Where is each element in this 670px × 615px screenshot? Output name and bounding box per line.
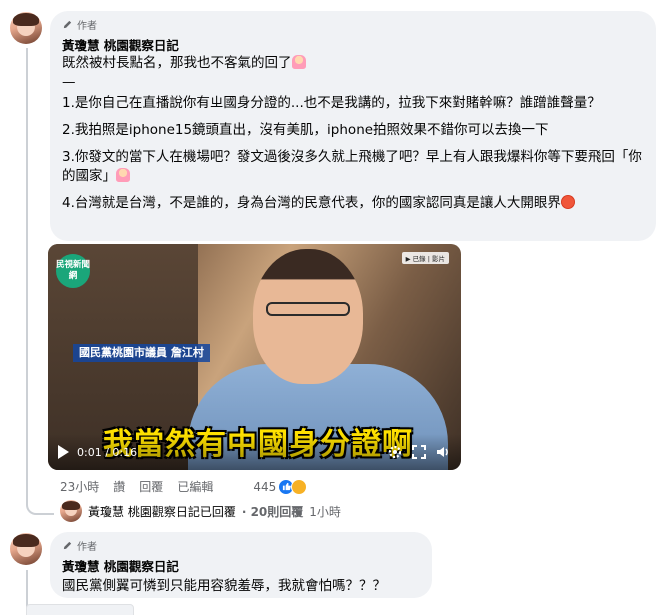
pen-icon: [63, 541, 72, 550]
pen-icon: [63, 20, 72, 29]
comment-line: 2.我拍照是iphone15鏡頭直出，沒有美肌，iphone拍照效果不錯你可以去…: [62, 122, 549, 138]
comment-line: 4.台灣就是台灣，不是誰的，身為台灣的民意代表，你的國家認同真是讓人大開眼界: [62, 194, 644, 213]
reply-summary[interactable]: 黃瓊慧 桃園觀察日記已回覆 · 20則回覆 1小時: [60, 500, 341, 522]
reaction-summary[interactable]: 445: [253, 478, 308, 495]
author-avatar[interactable]: [10, 533, 42, 565]
video-controls: 0:01 / 0:16: [48, 434, 461, 470]
edited-label[interactable]: 已編輯: [177, 478, 213, 495]
settings-gear-icon[interactable]: [387, 444, 403, 460]
video-subject-glasses: [266, 302, 350, 316]
thread-connector: [26, 503, 54, 515]
replier-avatar: [60, 500, 82, 522]
attached-image-preview[interactable]: [26, 604, 134, 615]
channel-tag: ▶ 已錄 | 影片: [401, 252, 449, 264]
comment-author-name[interactable]: 黃瓊慧 桃園觀察日記: [62, 35, 644, 54]
reaction-count: 445: [253, 479, 277, 494]
reply-count: · 20則回覆: [241, 504, 304, 519]
author-avatar[interactable]: [10, 12, 42, 44]
comment-line: —: [62, 74, 76, 90]
person-gesturing-emoji: [291, 55, 306, 69]
comment-text: 國民黨側翼可憐到只能用容貌羞辱，我就會怕嗎？？？: [62, 578, 386, 594]
thread-connector: [26, 48, 28, 503]
comment-timestamp[interactable]: 23小時: [60, 478, 99, 495]
comment-line: 3.你發文的當下人在機場吧？發文過後沒多久就上飛機了吧？早上有人跟我爆料你等下要…: [62, 149, 642, 184]
haha-reaction-icon: [291, 478, 308, 495]
comment-bubble: 作者 黃瓊慧 桃園觀察日記 國民黨側翼可憐到只能用容貌羞辱，我就會怕嗎？？？: [50, 532, 432, 598]
lower-third-tag: 國民黨桃園市議員 詹江村: [73, 344, 210, 362]
comment-line: 既然被村長點名，那我也不客氣的回了: [62, 54, 644, 73]
reply-button[interactable]: 回覆: [139, 478, 163, 495]
channel-logo: 民視新聞網: [56, 254, 90, 288]
comment-actions: 23小時 讚 回覆 已編輯 445: [60, 478, 308, 495]
like-button[interactable]: 讚: [113, 478, 125, 495]
reply-time: 1小時: [309, 504, 341, 519]
play-icon[interactable]: [58, 445, 69, 459]
comment-line: 1.是你自己在直播說你有ㄓ國身分證的...也不是我講的，拉我下來對賭幹嘛？誰蹭誰…: [62, 95, 601, 111]
comment-author-name[interactable]: 黃瓊慧 桃園觀察日記: [62, 556, 420, 575]
comment-bubble: 作者 黃瓊慧 桃園觀察日記 既然被村長點名，那我也不客氣的回了 — 1.是你自己…: [50, 11, 656, 241]
video-player[interactable]: 民視新聞網 ▶ 已錄 | 影片 國民黨桃園市議員 詹江村 我當然有中國身分證啊 …: [48, 244, 461, 470]
author-badge: 作者: [62, 17, 644, 32]
fullscreen-icon[interactable]: [411, 444, 427, 460]
reply-summary-name: 黃瓊慧 桃園觀察日記已回覆: [88, 504, 236, 519]
volume-icon[interactable]: [435, 444, 451, 460]
author-badge: 作者: [62, 538, 420, 553]
video-subject-head: [253, 249, 363, 384]
angry-face-emoji: [560, 195, 575, 209]
person-gesturing-emoji: [116, 168, 130, 182]
video-time: 0:01 / 0:16: [77, 445, 138, 459]
